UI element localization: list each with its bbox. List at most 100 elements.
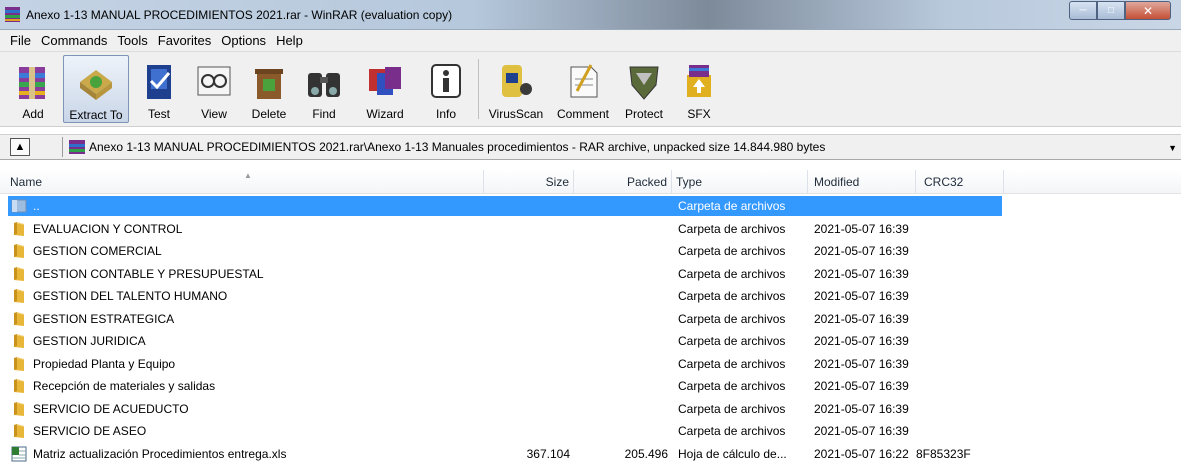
virusscan-button[interactable]: VirusScan [485,55,547,123]
file-modified [814,195,916,217]
protect-icon [629,66,659,100]
info-button[interactable]: Info [421,55,471,123]
path-dropdown-icon[interactable]: ▼ [1168,143,1177,153]
file-packed-size [574,285,668,307]
find-label: Find [312,107,336,121]
window-title: Anexo 1-13 MANUAL PROCEDIMIENTOS 2021.ra… [26,8,453,22]
view-icon [197,66,231,96]
file-size: 367.104 [526,446,570,461]
column-header-size[interactable]: Size [484,170,574,194]
file-size [484,218,570,240]
file-packed-size [574,375,668,397]
comment-icon [570,64,598,98]
archive-path[interactable]: Anexo 1-13 MANUAL PROCEDIMIENTOS 2021.ra… [89,140,825,154]
file-modified: 2021-05-07 16:22 [814,446,909,461]
menu-commands[interactable]: Commands [36,33,112,48]
file-crc32 [914,375,1004,397]
path-separator [62,137,63,157]
file-modified: 2021-05-07 16:39 [814,424,909,438]
find-button[interactable]: Find [299,55,349,123]
table-row[interactable]: .. Carpeta de archivos [0,195,1181,218]
file-packed-size [574,308,668,330]
column-header-packed[interactable]: Packed [574,170,672,194]
table-row[interactable]: SERVICIO DE ASEO Carpeta de archivos 2021-… [0,420,1181,443]
extract-to-label: Extract To [69,108,123,122]
menu-bar: File Commands Tools Favorites Options He… [0,30,1181,52]
toolbar: Add Extract To Test View Delete Find Wiz… [0,52,1181,127]
test-button[interactable]: Test [134,55,184,123]
extract-to-button[interactable]: Extract To [63,55,129,123]
delete-button[interactable]: Delete [244,55,294,123]
menu-help[interactable]: Help [271,33,308,48]
info-icon [431,64,461,98]
column-header-name[interactable]: Name [0,170,484,194]
sfx-label: SFX [687,107,711,121]
file-type: Carpeta de archivos [678,311,786,326]
file-name: EVALUACION Y CONTROL [33,221,183,236]
winrar-app-icon [5,7,20,22]
menu-tools[interactable]: Tools [112,33,152,48]
file-crc32 [914,308,1004,330]
table-row[interactable]: EVALUACION Y CONTROL Carpeta de archivos 2… [0,218,1181,241]
excel-file-icon [11,446,27,461]
file-packed-size [574,420,668,442]
file-crc32 [914,330,1004,352]
test-icon [147,65,171,99]
table-row[interactable]: GESTION CONTABLE Y PRESUPUESTAL Carpeta d… [0,263,1181,286]
file-name: GESTION DEL TALENTO HUMANO [33,289,228,303]
file-size [484,420,570,442]
menu-options[interactable]: Options [216,33,271,48]
close-button[interactable]: ✕ [1125,1,1171,20]
view-button[interactable]: View [189,55,239,123]
comment-label: Comment [556,107,609,121]
table-row[interactable]: GESTION JURIDICA Carpeta de archivos 2021-… [0,330,1181,353]
file-packed-size [574,398,668,420]
file-crc32 [914,353,1004,375]
add-button[interactable]: Add [8,55,58,123]
file-size [484,353,570,375]
table-row[interactable]: GESTION DEL TALENTO HUMANO Carpeta de arc… [0,285,1181,308]
up-folder-button[interactable]: ▲ [10,138,30,156]
up-arrow-icon: ▲ [14,141,26,153]
menu-favorites[interactable]: Favorites [153,33,216,48]
virusscan-label: VirusScan [488,107,544,121]
file-type: Carpeta de archivos [678,221,786,236]
file-name: Recepción de materiales y salidas [33,379,216,393]
file-name: GESTION ESTRATEGICA [33,311,175,326]
file-type: Hoja de cálculo de... [678,446,787,461]
sfx-button[interactable]: SFX [674,55,724,123]
wizard-button[interactable]: Wizard [354,55,416,123]
info-label: Info [435,107,456,121]
table-row[interactable]: SERVICIO DE ACUEDUCTO Carpeta de archivos… [0,398,1181,421]
file-list: Name ▲ Size Packed Type Modified CRC32 .… [0,170,1181,472]
file-type: Carpeta de archivos [678,199,786,213]
maximize-icon: □ [1107,5,1115,16]
folder-icon [14,379,24,393]
protect-button[interactable]: Protect [619,55,669,123]
table-row[interactable]: Propiedad Planta y Equipo Carpeta de arch… [0,353,1181,376]
sort-ascending-icon: ▲ [244,171,252,180]
file-type: Carpeta de archivos [678,334,786,348]
table-row[interactable]: Matriz actualización Procedimientos entr… [0,443,1181,466]
file-type: Carpeta de archivos [678,356,786,371]
comment-button[interactable]: Comment [552,55,614,123]
table-row[interactable]: Recepción de materiales y salidas Carpeta… [0,375,1181,398]
column-header-type[interactable]: Type [672,170,808,194]
column-header-crc32[interactable]: CRC32 [916,170,1004,194]
column-header-modified[interactable]: Modified [808,170,916,194]
file-size [484,195,570,217]
minimize-button[interactable]: ─ [1069,1,1097,20]
file-crc32 [914,420,1004,442]
extract-to-icon [80,70,112,100]
close-icon: ✕ [1142,3,1154,18]
file-type: Carpeta de archivos [678,424,786,438]
table-row[interactable]: GESTION ESTRATEGICA Carpeta de archivos 20… [0,308,1181,331]
add-label: Add [22,107,44,121]
view-label: View [201,107,227,121]
table-row[interactable]: GESTION COMERCIAL Carpeta de archivos 2021… [0,240,1181,263]
menu-file[interactable]: File [5,33,36,48]
maximize-button[interactable]: □ [1097,1,1125,20]
file-name: GESTION COMERCIAL [33,244,162,258]
file-name: GESTION JURIDICA [33,334,146,348]
file-packed-size [574,195,668,217]
